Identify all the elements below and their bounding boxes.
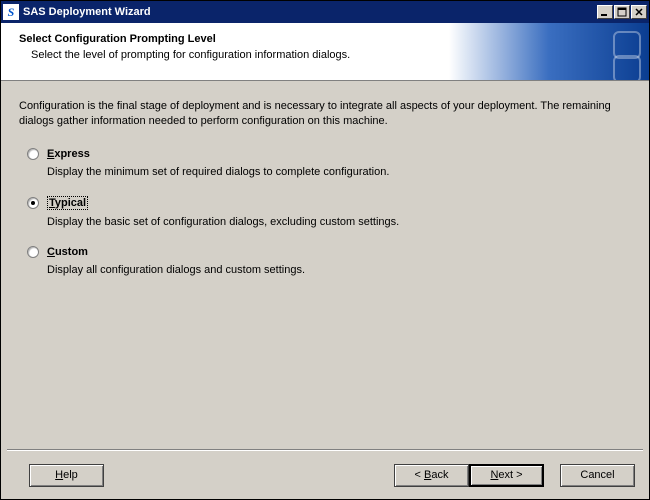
minimize-button[interactable] xyxy=(597,5,613,19)
cancel-button[interactable]: Cancel xyxy=(560,464,635,487)
radio-express[interactable] xyxy=(27,148,39,160)
wizard-window: S SAS Deployment Wizard Select Configura… xyxy=(0,0,650,500)
option-express-desc: Display the minimum set of required dial… xyxy=(27,166,631,178)
window-title: SAS Deployment Wizard xyxy=(23,6,597,18)
option-custom-label[interactable]: Custom xyxy=(47,246,88,258)
maximize-button[interactable] xyxy=(614,5,630,19)
option-typical-label[interactable]: Typical xyxy=(47,196,88,210)
content-area: Configuration is the final stage of depl… xyxy=(1,81,649,449)
titlebar[interactable]: S SAS Deployment Wizard xyxy=(1,1,649,23)
option-custom-desc: Display all configuration dialogs and cu… xyxy=(27,264,631,276)
option-custom: Custom Display all configuration dialogs… xyxy=(19,246,631,276)
back-button[interactable]: < Back xyxy=(394,464,469,487)
radio-custom[interactable] xyxy=(27,246,39,258)
option-express-label[interactable]: Express xyxy=(47,148,90,160)
page-title: Select Configuration Prompting Level xyxy=(19,33,631,45)
window-controls xyxy=(597,5,647,19)
app-icon: S xyxy=(3,4,19,20)
radio-typical[interactable] xyxy=(27,197,39,209)
option-express: Express Display the minimum set of requi… xyxy=(19,148,631,178)
help-button[interactable]: Help xyxy=(29,464,104,487)
option-typical-desc: Display the basic set of configuration d… xyxy=(27,216,631,228)
footer: Help < Back Next > Cancel xyxy=(1,451,649,499)
intro-text: Configuration is the final stage of depl… xyxy=(19,99,631,130)
wizard-header: Select Configuration Prompting Level Sel… xyxy=(1,23,649,81)
option-typical: Typical Display the basic set of configu… xyxy=(19,196,631,228)
close-button[interactable] xyxy=(631,5,647,19)
page-subtitle: Select the level of prompting for config… xyxy=(19,49,631,61)
next-button[interactable]: Next > xyxy=(469,464,544,487)
